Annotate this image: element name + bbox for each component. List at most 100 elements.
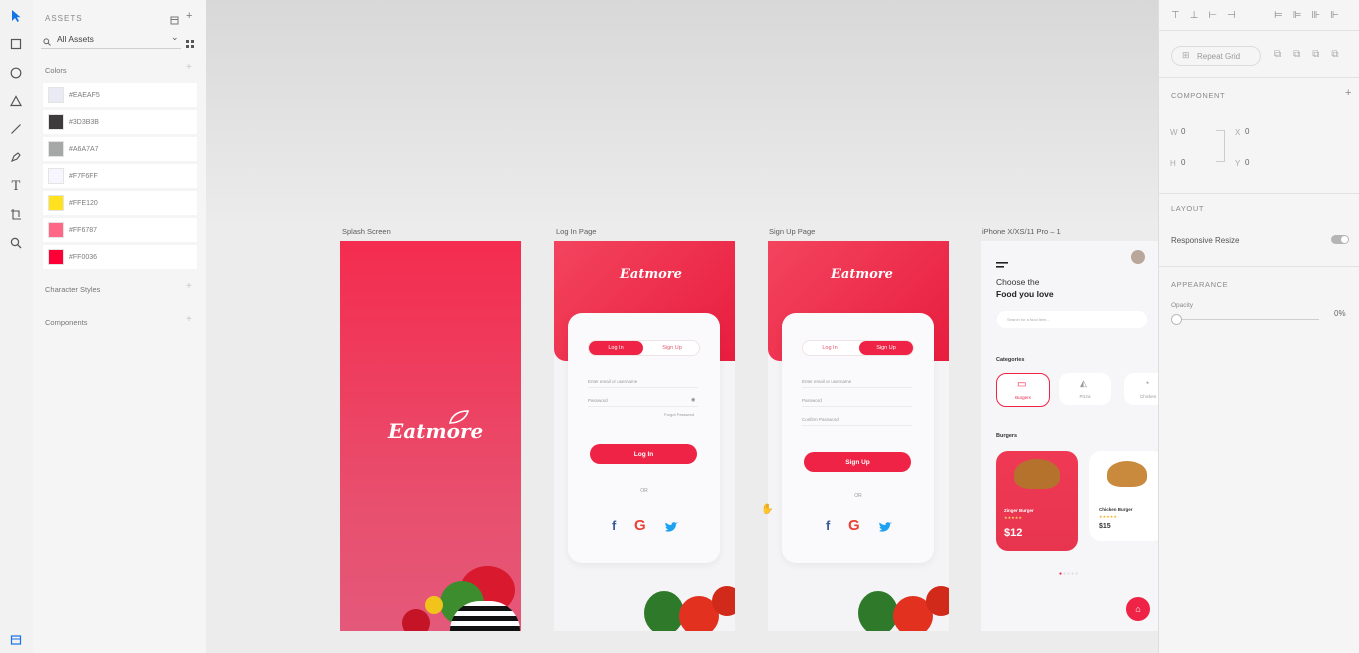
- zoom-tool-icon[interactable]: [6, 233, 26, 253]
- assets-panel-icon[interactable]: [6, 630, 26, 650]
- grid-view-icon[interactable]: [186, 35, 194, 53]
- google-icon[interactable]: G: [634, 517, 646, 534]
- leaf-icon: [448, 409, 470, 430]
- color-swatch-row[interactable]: #FF0036: [43, 245, 197, 269]
- login-artboard[interactable]: Eatmore Log In Sign Up Enter email or us…: [554, 241, 735, 631]
- splash-artboard[interactable]: Eatmore: [340, 241, 521, 631]
- library-icon[interactable]: [170, 12, 179, 30]
- appearance-label: APPEARANCE: [1171, 280, 1229, 289]
- lock-aspect-icon[interactable]: [1216, 130, 1225, 162]
- burger-image: [1014, 459, 1060, 489]
- menu-icon[interactable]: [996, 255, 1008, 273]
- color-label: #F7F6FF: [69, 172, 98, 180]
- twitter-icon[interactable]: [878, 520, 892, 538]
- tab-signup[interactable]: Sign Up: [859, 341, 913, 355]
- category-chicken[interactable]: ◔ Chicken: [1124, 373, 1158, 405]
- component-label: COMPONENT: [1171, 91, 1226, 100]
- color-swatch: [48, 114, 64, 130]
- burger-image: [1107, 461, 1147, 487]
- height-input[interactable]: 0: [1181, 158, 1185, 167]
- food-search-input[interactable]: Search for a food item...: [997, 311, 1147, 328]
- colors-section-label: Colors: [45, 66, 67, 75]
- password-field[interactable]: Password: [802, 398, 912, 407]
- tab-login[interactable]: Log In: [803, 341, 857, 355]
- pen-tool-icon[interactable]: [6, 147, 26, 167]
- triangle-tool-icon[interactable]: [6, 91, 26, 111]
- rating-stars: ★★★★★: [1099, 514, 1117, 519]
- food-name: Zinger Burger: [1004, 508, 1034, 513]
- login-button[interactable]: Log In: [590, 444, 697, 464]
- home-title-line1: Choose the: [996, 277, 1040, 287]
- forgot-password-link[interactable]: Forgot Password: [664, 412, 694, 417]
- signup-artboard[interactable]: Eatmore Log In Sign Up Enter email or us…: [768, 241, 949, 631]
- add-color-icon[interactable]: +: [186, 62, 192, 73]
- distribute-icons[interactable]: ⊨⊫⊪⊩: [1274, 10, 1349, 21]
- line-tool-icon[interactable]: [6, 119, 26, 139]
- food-name: Chicken Burger: [1099, 507, 1133, 512]
- category-pizza[interactable]: ◭ Pizza: [1059, 373, 1111, 405]
- username-field[interactable]: Enter email or username: [802, 379, 912, 388]
- design-canvas[interactable]: Splash Screen Eatmore Log In Page Eatmor…: [206, 0, 1158, 653]
- add-component-icon[interactable]: +: [1345, 87, 1351, 99]
- repeat-grid-button[interactable]: ⊞ Repeat Grid: [1171, 46, 1261, 66]
- avatar[interactable]: [1131, 250, 1145, 264]
- home-artboard[interactable]: Choose the Food you love Search for a fo…: [981, 241, 1158, 631]
- food-price: $12: [1004, 527, 1023, 539]
- tab-signup[interactable]: Sign Up: [645, 341, 699, 355]
- hand-cursor-icon: ✋: [761, 504, 774, 515]
- add-asset-icon[interactable]: +: [186, 10, 192, 22]
- color-swatch-row[interactable]: #3D3B3B: [43, 110, 197, 134]
- align-icons[interactable]: ⊤⊥⊢⊣: [1171, 10, 1246, 21]
- food-card-chicken[interactable]: Chicken Burger ★★★★★ $15: [1089, 451, 1158, 541]
- add-character-style-icon[interactable]: +: [186, 281, 192, 292]
- assets-filter[interactable]: All Assets ⌄: [41, 30, 181, 49]
- color-swatch-row[interactable]: #EAEAF5: [43, 83, 197, 107]
- eatmore-logo: Eatmore: [620, 267, 682, 282]
- cart-icon[interactable]: ⌂: [1126, 597, 1150, 621]
- signup-button[interactable]: Sign Up: [804, 452, 911, 472]
- artboard-tool-icon[interactable]: [6, 204, 26, 224]
- color-swatch-row[interactable]: #F7F6FF: [43, 164, 197, 188]
- tomato-small-image: [926, 586, 949, 616]
- x-input[interactable]: 0: [1245, 127, 1249, 136]
- category-label: Burgers: [1015, 395, 1031, 400]
- y-input[interactable]: 0: [1245, 158, 1249, 167]
- burgers-section-label: Burgers: [996, 433, 1018, 439]
- color-swatch: [48, 141, 64, 157]
- select-tool-icon[interactable]: [6, 6, 26, 26]
- color-label: #A6A7A7: [69, 145, 99, 153]
- text-tool-icon[interactable]: T: [6, 176, 26, 196]
- artboard-label[interactable]: Sign Up Page: [769, 227, 815, 236]
- artboard-label[interactable]: iPhone X/XS/11 Pro – 1: [982, 227, 1061, 236]
- opacity-slider[interactable]: [1177, 319, 1319, 320]
- category-burgers[interactable]: ▭ Burgers: [996, 373, 1050, 407]
- google-icon[interactable]: G: [848, 517, 860, 534]
- artboard-label[interactable]: Splash Screen: [342, 227, 391, 236]
- rectangle-tool-icon[interactable]: [6, 34, 26, 54]
- color-swatch: [48, 222, 64, 238]
- components-label: Components: [45, 318, 88, 327]
- opacity-slider-handle[interactable]: [1171, 314, 1182, 325]
- opacity-value[interactable]: 0%: [1334, 309, 1346, 318]
- eye-icon[interactable]: ◉: [691, 397, 695, 403]
- add-component-icon[interactable]: +: [186, 314, 192, 325]
- facebook-icon[interactable]: f: [826, 518, 830, 533]
- food-card-zinger[interactable]: Zinger Burger ★★★★★ $12: [996, 451, 1078, 551]
- category-label: Pizza: [1079, 394, 1091, 399]
- color-swatch-row[interactable]: #FFE120: [43, 191, 197, 215]
- facebook-icon[interactable]: f: [612, 518, 616, 533]
- artboard-label[interactable]: Log In Page: [556, 227, 596, 236]
- width-input[interactable]: 0: [1181, 127, 1185, 136]
- confirm-password-field[interactable]: Confirm Password: [802, 417, 912, 426]
- responsive-resize-toggle[interactable]: [1331, 235, 1349, 244]
- twitter-icon[interactable]: [664, 520, 678, 538]
- color-swatch-row[interactable]: #A6A7A7: [43, 137, 197, 161]
- tab-login[interactable]: Log In: [589, 341, 643, 355]
- password-field[interactable]: Password: [588, 398, 698, 407]
- chevron-down-icon: ⌄: [171, 32, 179, 42]
- ellipse-tool-icon[interactable]: [6, 63, 26, 83]
- username-field[interactable]: Enter email or username: [588, 379, 698, 388]
- color-swatch-row[interactable]: #FF6787: [43, 218, 197, 242]
- carousel-dots[interactable]: ●●●●●: [1059, 571, 1079, 577]
- boolean-ops-icons[interactable]: ⧉⧉⧉⧉: [1274, 49, 1351, 60]
